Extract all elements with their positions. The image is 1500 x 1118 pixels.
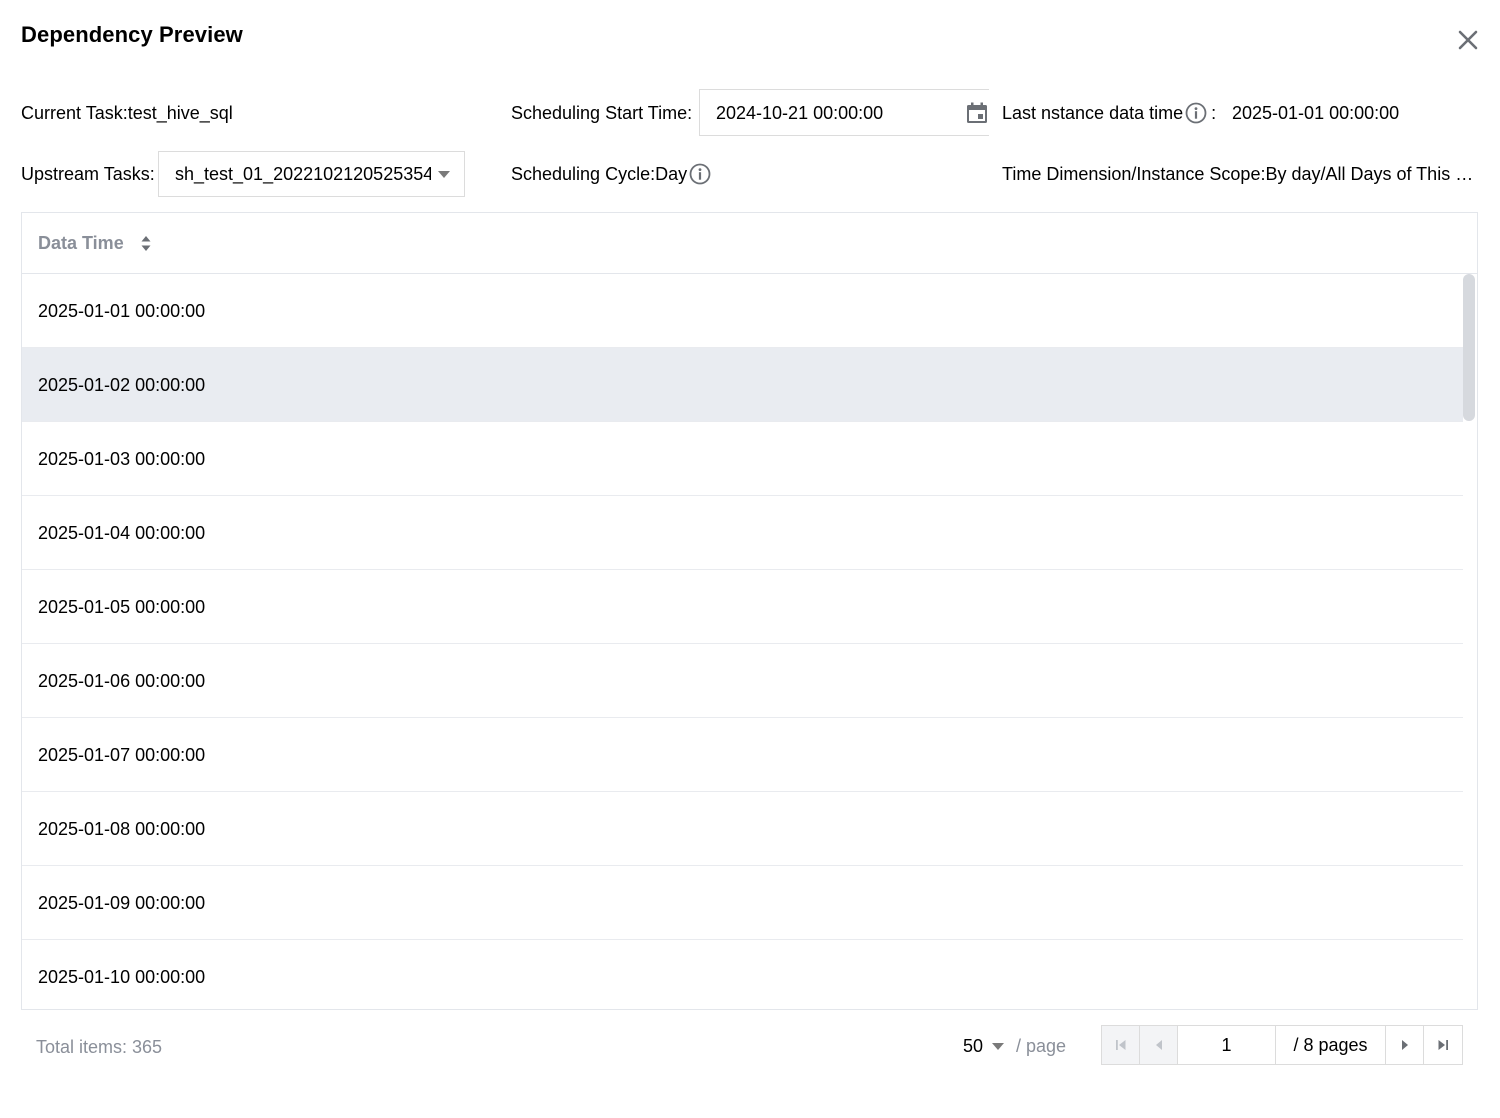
chevron-down-icon[interactable] xyxy=(992,1043,1004,1050)
current-task-label: Current Task:test_hive_sql xyxy=(21,103,233,123)
sort-icon[interactable] xyxy=(140,235,152,252)
last-page-icon xyxy=(1438,1040,1448,1050)
table-row[interactable]: 2025-01-09 00:00:00 xyxy=(22,866,1463,940)
table-row[interactable]: 2025-01-10 00:00:00 xyxy=(22,940,1463,1009)
close-button[interactable] xyxy=(1452,24,1484,56)
data-time-cell: 2025-01-04 00:00:00 xyxy=(38,523,206,543)
table-row[interactable]: 2025-01-02 00:00:00 xyxy=(22,348,1463,422)
total-pages-label: / 8 pages xyxy=(1276,1026,1386,1064)
data-time-cell: 2025-01-07 00:00:00 xyxy=(38,745,206,765)
dialog-title: Dependency Preview xyxy=(21,22,243,47)
data-time-cell: 2025-01-06 00:00:00 xyxy=(38,671,206,691)
chevron-down-icon xyxy=(438,171,450,178)
page-size-select[interactable]: 50 xyxy=(963,1024,983,1068)
data-time-cell: 2025-01-05 00:00:00 xyxy=(38,597,206,617)
chevron-left-icon xyxy=(1155,1040,1162,1050)
dependency-preview-dialog: Dependency Preview Current Task:test_hiv… xyxy=(0,0,1500,1118)
first-page-icon xyxy=(1115,1040,1125,1050)
table-row[interactable]: 2025-01-07 00:00:00 xyxy=(22,718,1463,792)
table-row[interactable]: 2025-01-01 00:00:00 xyxy=(22,274,1463,348)
scheduling-cycle-text: Scheduling Cycle:Day xyxy=(511,164,688,184)
table-row[interactable]: 2025-01-06 00:00:00 xyxy=(22,644,1463,718)
last-instance-colon: : xyxy=(1211,103,1217,123)
data-time-table: Data Time 2025-01-01 00:00:00 2025-01-02 … xyxy=(21,212,1478,1010)
column-header-data-time: Data Time xyxy=(38,233,124,253)
close-icon xyxy=(1458,30,1478,50)
current-page-input[interactable]: 1 xyxy=(1178,1026,1276,1064)
last-instance-label-group: Last nstance data time : xyxy=(1002,89,1216,137)
data-time-cell: 2025-01-10 00:00:00 xyxy=(38,967,206,987)
data-time-cell: 2025-01-02 00:00:00 xyxy=(38,375,206,395)
table-row[interactable]: 2025-01-05 00:00:00 xyxy=(22,570,1463,644)
pager: 1 / 8 pages xyxy=(1101,1025,1463,1065)
prev-page-button[interactable] xyxy=(1140,1026,1178,1064)
scheduling-start-date-picker[interactable]: 2024-10-21 00:00:00 xyxy=(699,89,989,136)
last-instance-label: Last nstance data time xyxy=(1002,103,1184,123)
last-instance-value: 2025-01-01 00:00:00 xyxy=(1232,103,1400,123)
first-page-button[interactable] xyxy=(1102,1026,1140,1064)
info-row-2: Upstream Tasks: sh_test_01_2022102120525… xyxy=(0,151,1500,199)
pagination-footer: Total items: 365 50 / page 1 / 8 pages xyxy=(0,1024,1500,1070)
time-dimension-scope: Time Dimension/Instance Scope:By day/All… xyxy=(1002,164,1474,184)
table-header: Data Time xyxy=(22,213,1477,274)
info-row-1: Current Task:test_hive_sql Scheduling St… xyxy=(0,89,1500,137)
data-time-cell: 2025-01-08 00:00:00 xyxy=(38,819,206,839)
per-page-label: / page xyxy=(1016,1036,1067,1056)
scrollbar-thumb[interactable] xyxy=(1463,274,1475,421)
data-time-cell: 2025-01-09 00:00:00 xyxy=(38,893,206,913)
data-time-cell: 2025-01-03 00:00:00 xyxy=(38,449,206,469)
table-row[interactable]: 2025-01-08 00:00:00 xyxy=(22,792,1463,866)
calendar-icon[interactable] xyxy=(965,101,989,125)
table-scrollbar[interactable] xyxy=(1463,274,1475,1009)
data-time-cell: 2025-01-01 00:00:00 xyxy=(38,301,206,321)
total-items: Total items: 365 xyxy=(36,1037,163,1057)
info-icon[interactable] xyxy=(1185,102,1207,124)
upstream-tasks-select[interactable]: sh_test_01_20221021205253540 xyxy=(158,151,465,197)
scheduling-start-label: Scheduling Start Time: xyxy=(511,103,693,123)
scheduling-start-value: 2024-10-21 00:00:00 xyxy=(716,103,884,123)
chevron-right-icon xyxy=(1401,1040,1408,1050)
scheduling-cycle-group: Scheduling Cycle:Day xyxy=(511,151,711,197)
table-body: 2025-01-01 00:00:00 2025-01-02 00:00:00 20… xyxy=(22,274,1463,1009)
next-page-button[interactable] xyxy=(1386,1026,1424,1064)
last-page-button[interactable] xyxy=(1424,1026,1462,1064)
upstream-tasks-label: Upstream Tasks: xyxy=(21,164,155,184)
table-row[interactable]: 2025-01-04 00:00:00 xyxy=(22,496,1463,570)
upstream-tasks-value: sh_test_01_20221021205253540 xyxy=(175,164,431,184)
info-icon[interactable] xyxy=(689,163,711,185)
table-row[interactable]: 2025-01-03 00:00:00 xyxy=(22,422,1463,496)
